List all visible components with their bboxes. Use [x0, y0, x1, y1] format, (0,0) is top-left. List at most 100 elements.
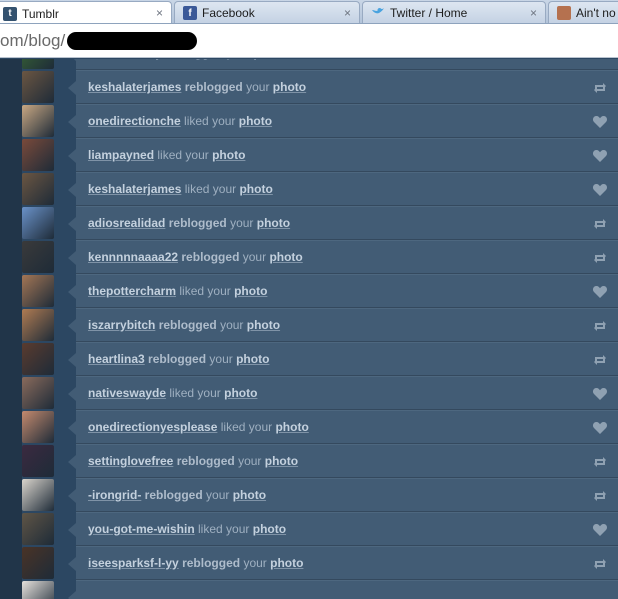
post-link[interactable]: photo: [269, 250, 302, 264]
post-link[interactable]: photo: [253, 59, 286, 60]
close-tab-icon[interactable]: ×: [344, 6, 351, 20]
address-text: om/blog/: [0, 31, 66, 50]
avatar[interactable]: [22, 173, 54, 205]
tab-twitter[interactable]: Twitter / Home ×: [362, 1, 546, 23]
action-verb: reblogged: [168, 216, 227, 230]
possessive: your: [212, 114, 236, 128]
possessive: your: [207, 284, 231, 298]
avatar[interactable]: [22, 275, 54, 307]
user-link[interactable]: liampayned: [88, 148, 154, 162]
post-link[interactable]: photo: [247, 318, 280, 332]
notification-text: keshalaterjames liked your photo: [88, 173, 273, 206]
user-link[interactable]: onedirectionyesplease: [88, 420, 217, 434]
close-tab-icon[interactable]: ×: [156, 6, 163, 20]
row-pointer: [68, 319, 76, 333]
tab-tumblr[interactable]: t Tumblr ×: [0, 1, 172, 23]
notification-text: -irongrid- reblogged your photo: [88, 479, 266, 512]
tab-aint-no[interactable]: Ain't no: [548, 1, 618, 23]
user-link[interactable]: keshalaterjames: [88, 182, 181, 196]
post-link[interactable]: photo: [233, 488, 266, 502]
user-link[interactable]: you-got-me-wishin: [88, 522, 195, 536]
avatar[interactable]: [22, 71, 54, 103]
avatar[interactable]: [22, 445, 54, 477]
avatar[interactable]: [22, 139, 54, 171]
user-link[interactable]: thepottercharm: [88, 284, 176, 298]
row-pointer: [68, 81, 76, 95]
row-pointer: [68, 149, 76, 163]
notification-row: [22, 580, 618, 599]
image-favicon: [557, 6, 571, 20]
post-link[interactable]: photo: [265, 454, 298, 468]
notification-text: keshalaterjames reblogged your photo: [88, 71, 306, 104]
action-verb: reblogged: [144, 488, 203, 502]
user-link[interactable]: whosthatboy: [88, 59, 162, 60]
row-pointer: [68, 557, 76, 571]
possessive: your: [227, 59, 250, 60]
notification-row: -irongrid- reblogged your photo: [22, 478, 618, 512]
user-link[interactable]: onedirectionche: [88, 114, 181, 128]
post-link[interactable]: photo: [257, 216, 290, 230]
avatar[interactable]: [22, 513, 54, 545]
tab-title: Tumblr: [22, 6, 59, 21]
row-pointer: [68, 489, 76, 503]
row-pointer: [68, 115, 76, 129]
avatar[interactable]: [22, 343, 54, 375]
reblog-icon: [592, 59, 608, 62]
post-link[interactable]: photo: [270, 556, 303, 570]
action-verb: liked: [157, 148, 183, 162]
tab-title: Facebook: [202, 6, 255, 20]
avatar[interactable]: [22, 207, 54, 239]
notification-text: onedirectionche liked your photo: [88, 105, 272, 138]
action-verb: liked: [220, 420, 246, 434]
post-link[interactable]: photo: [273, 80, 306, 94]
avatar[interactable]: [22, 377, 54, 409]
user-link[interactable]: nativeswayde: [88, 386, 166, 400]
user-link[interactable]: iszarrybitch: [88, 318, 155, 332]
tab-facebook[interactable]: f Facebook ×: [174, 1, 360, 23]
row-pointer: [68, 421, 76, 435]
post-link[interactable]: photo: [236, 352, 269, 366]
notification-row: adiosrealidad reblogged your photo: [22, 206, 618, 240]
post-link[interactable]: photo: [239, 114, 272, 128]
post-link[interactable]: photo: [239, 182, 272, 196]
action-verb: reblogged: [181, 250, 240, 264]
avatar[interactable]: [22, 411, 54, 443]
possessive: your: [246, 80, 270, 94]
post-link[interactable]: photo: [234, 284, 267, 298]
heart-icon: [592, 182, 608, 198]
user-link[interactable]: kennnnnaaaa22: [88, 250, 178, 264]
close-tab-icon[interactable]: ×: [530, 6, 537, 20]
user-link[interactable]: adiosrealidad: [88, 216, 165, 230]
avatar[interactable]: [22, 105, 54, 137]
avatar[interactable]: [22, 309, 54, 341]
address-bar[interactable]: om/blog/: [0, 29, 618, 53]
notification-row: keshalaterjames reblogged your photo: [22, 70, 618, 104]
user-link[interactable]: settinglovefree: [88, 454, 173, 468]
row-pointer: [68, 183, 76, 197]
post-link[interactable]: photo: [212, 148, 245, 162]
avatar[interactable]: [22, 479, 54, 511]
user-link[interactable]: heartlina3: [88, 352, 145, 366]
avatar[interactable]: [22, 581, 54, 599]
notification-row: you-got-me-wishin liked your photo: [22, 512, 618, 546]
possessive: your: [248, 420, 273, 434]
post-link[interactable]: photo: [224, 386, 257, 400]
row-pointer: [68, 217, 76, 231]
notification-row: onedirectionyesplease liked your photo: [22, 410, 618, 444]
notification-row: nativeswayde liked your photo: [22, 376, 618, 410]
user-link[interactable]: iseesparksf-l-yy: [88, 556, 179, 570]
notification-text: whosthatboy reblogged your photo: [88, 59, 287, 70]
avatar[interactable]: [22, 241, 54, 273]
action-verb: reblogged: [158, 318, 217, 332]
post-link[interactable]: photo: [253, 522, 286, 536]
row-pointer: [68, 523, 76, 537]
avatar[interactable]: [22, 547, 54, 579]
row-pointer: [68, 251, 76, 265]
user-link[interactable]: -irongrid-: [88, 488, 141, 502]
post-link[interactable]: photo: [275, 420, 308, 434]
avatar[interactable]: [22, 59, 54, 69]
heart-icon: [592, 114, 608, 130]
reblog-icon: [592, 250, 608, 266]
notification-text: adiosrealidad reblogged your photo: [88, 207, 290, 240]
user-link[interactable]: keshalaterjames: [88, 80, 181, 94]
